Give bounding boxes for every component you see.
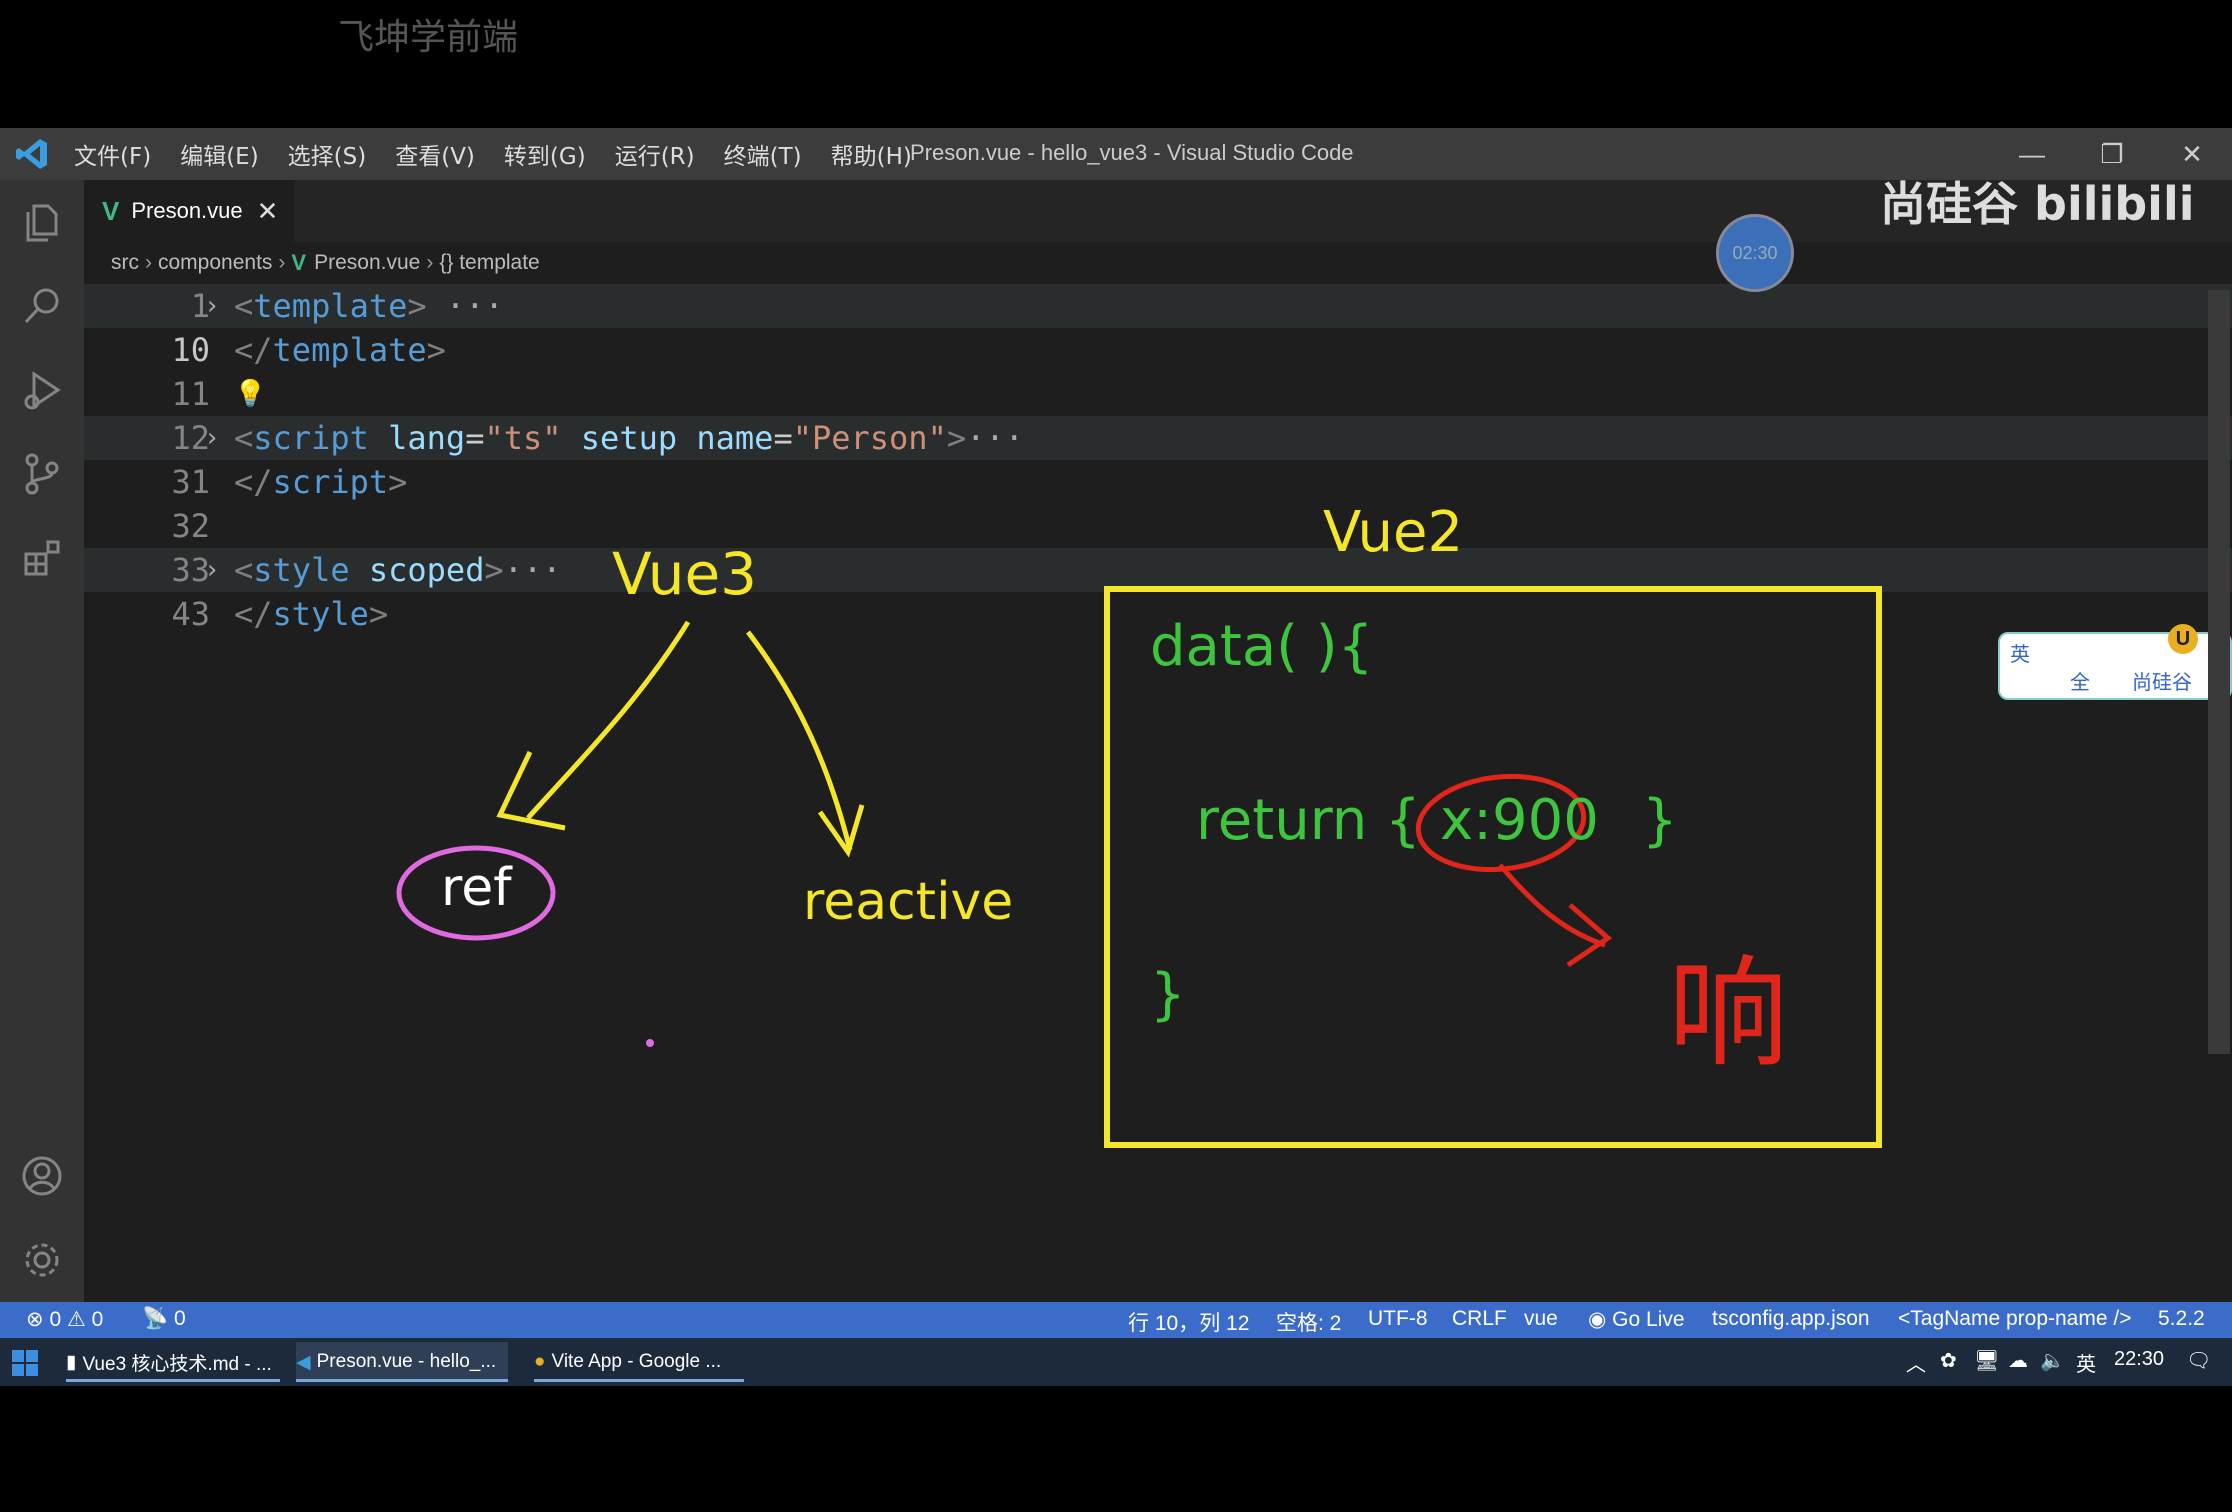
ts-version[interactable]: 5.2.2: [2158, 1307, 2205, 1331]
annotation-data: data( ){: [1150, 614, 1374, 679]
red-arrow: [1498, 863, 1606, 948]
network-icon[interactable]: 🖥: [1974, 1348, 1999, 1373]
notification-icon[interactable]: 🗨: [2186, 1348, 2211, 1373]
ime-brand: 尚硅谷: [2132, 672, 2192, 694]
annotation-handwritten: 响: [1668, 945, 1788, 1084]
brand-logo: 尚硅谷 bilibili: [1880, 177, 2195, 231]
go-live-button[interactable]: ◉ Go Live: [1588, 1307, 1685, 1332]
errors-indicator[interactable]: ⊗ 0 ⚠ 0: [26, 1307, 103, 1332]
language-mode[interactable]: vue: [1524, 1307, 1558, 1331]
taskbar: ▮ Vue3 核心技术.md - ... ◀ Preson.vue - hell…: [0, 1338, 2232, 1386]
volume-icon[interactable]: 🔈: [2040, 1348, 2065, 1373]
annotation-ref: ref: [441, 858, 512, 918]
red-arrow-head: [1566, 903, 1613, 968]
windows-start-icon[interactable]: [12, 1350, 38, 1376]
tray-chevron-up-icon[interactable]: ︿: [1906, 1348, 1926, 1377]
annotation-close-brace: }: [1150, 962, 1186, 1027]
document-icon: ▮: [66, 1351, 77, 1373]
annotation-return-close: }: [1642, 788, 1678, 853]
tagname-indicator[interactable]: <TagName prop-name />: [1898, 1307, 2131, 1331]
annotation-vue3: Vue3: [612, 540, 758, 608]
tray-app-icon[interactable]: ✿: [1940, 1348, 1957, 1373]
ime-badge-icon: U: [2168, 624, 2198, 654]
tsconfig-indicator[interactable]: tsconfig.app.json: [1712, 1307, 1870, 1331]
input-language[interactable]: 英: [2076, 1348, 2096, 1377]
vscode-icon: ◀: [296, 1351, 311, 1373]
line-ending[interactable]: CRLF: [1452, 1307, 1507, 1331]
chrome-icon: ●: [534, 1351, 546, 1372]
editor-scrollbar[interactable]: [2208, 290, 2230, 1054]
ime-lang: 英: [2010, 644, 2030, 666]
arrow-to-reactive: [746, 630, 853, 851]
taskbar-clock[interactable]: 22:30: [2114, 1348, 2164, 1371]
pink-dot: [646, 1039, 654, 1047]
annotation-x900: x:900: [1440, 788, 1599, 853]
annotation-return-open: return {: [1196, 788, 1421, 853]
ports-indicator[interactable]: 📡 0: [142, 1307, 186, 1331]
arrow-to-ref: [526, 620, 691, 820]
annotation-reactive: reactive: [803, 872, 1014, 932]
cursor-position[interactable]: 行 10，列 12: [1128, 1307, 1249, 1337]
timer-badge: 02:30: [1716, 214, 1794, 292]
encoding[interactable]: UTF-8: [1368, 1307, 1428, 1331]
taskbar-app-typora[interactable]: ▮ Vue3 核心技术.md - ...: [66, 1342, 280, 1382]
cloud-icon[interactable]: ☁: [2008, 1348, 2028, 1373]
status-bar: ⊗ 0 ⚠ 0 📡 0 行 10，列 12 空格: 2 UTF-8 CRLF v…: [0, 1302, 2232, 1338]
ime-fullwidth: 全: [2070, 672, 2090, 694]
taskbar-app-chrome[interactable]: ● Vite App - Google ...: [534, 1342, 744, 1382]
annotation-vue2: Vue2: [1323, 500, 1464, 565]
indentation[interactable]: 空格: 2: [1276, 1307, 1341, 1337]
taskbar-app-vscode[interactable]: ◀ Preson.vue - hello_...: [296, 1342, 508, 1382]
ime-widget[interactable]: 英 全 尚硅谷 U: [1998, 624, 2232, 700]
